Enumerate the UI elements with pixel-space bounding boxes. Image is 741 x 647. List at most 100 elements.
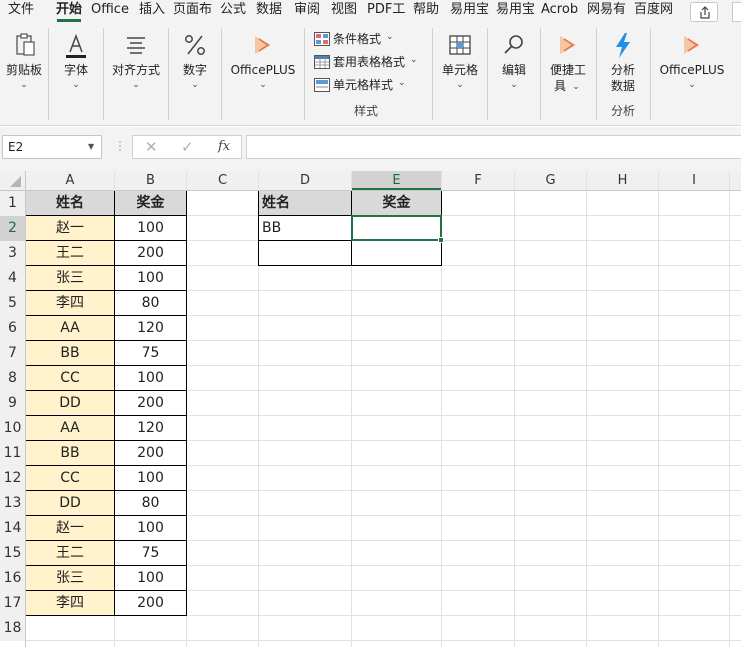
name-cell[interactable]: 李四 <box>26 591 114 616</box>
lookup-name-cell[interactable] <box>259 241 351 266</box>
cells-button[interactable]: 单元格 ⌄ <box>436 22 484 122</box>
bonus-cell[interactable]: 80 <box>115 291 186 316</box>
row-header[interactable]: 6 <box>0 316 25 341</box>
formula-input[interactable] <box>246 135 741 159</box>
row-header[interactable]: 13 <box>0 491 25 516</box>
officeplus-button-2[interactable]: OfficePLUS ⌄ <box>654 22 730 122</box>
name-cell[interactable]: BB <box>26 441 114 466</box>
name-cell[interactable]: 王二 <box>26 241 114 266</box>
row-header[interactable]: 2 <box>0 216 25 241</box>
cancel-icon[interactable]: ✕ <box>145 139 158 155</box>
cell-styles-button[interactable]: 单元格样式 ⌄ <box>314 76 434 96</box>
bonus-cell[interactable]: 200 <box>115 241 186 266</box>
drag-handle-icon[interactable]: ⋮ <box>114 137 126 155</box>
quick-tools-button[interactable]: 便捷工 具 ⌄ <box>544 22 592 122</box>
tab-review[interactable]: 审阅 <box>294 0 322 20</box>
tab-home[interactable]: 开始 <box>56 0 86 20</box>
check-icon[interactable]: ✓ <box>181 139 194 155</box>
font-button[interactable]: 字体 ⌄ <box>52 22 100 122</box>
name-cell[interactable]: 赵一 <box>26 216 114 241</box>
lookup-bonus-cell[interactable] <box>352 241 441 266</box>
tab-baidu[interactable]: 百度网 <box>634 0 676 20</box>
name-cell[interactable]: DD <box>26 391 114 416</box>
worksheet-grid[interactable]: A B C D E F G H I 1 2 3 4 5 6 7 8 9 10 1… <box>0 171 741 647</box>
tab-formulas[interactable]: 公式 <box>220 0 248 20</box>
row-header[interactable]: 5 <box>0 291 25 316</box>
name-cell[interactable]: 赵一 <box>26 516 114 541</box>
name-box[interactable]: E2 <box>2 135 102 159</box>
row-header[interactable]: 3 <box>0 241 25 266</box>
tab-pdf-tools[interactable]: PDF工 <box>367 0 407 20</box>
column-header-g[interactable]: G <box>515 171 586 190</box>
row-header[interactable]: 15 <box>0 541 25 566</box>
bonus-cell[interactable]: 100 <box>115 216 186 241</box>
tab-file[interactable]: 文件 <box>8 0 38 20</box>
column-header-e[interactable]: E <box>352 171 441 190</box>
header-cell-bonus[interactable]: 奖金 <box>115 191 186 216</box>
row-header[interactable]: 9 <box>0 391 25 416</box>
name-cell[interactable]: 王二 <box>26 541 114 566</box>
row-header[interactable]: 4 <box>0 266 25 291</box>
column-header-a[interactable]: A <box>26 171 114 190</box>
bonus-cell[interactable]: 100 <box>115 466 186 491</box>
tab-data[interactable]: 数据 <box>256 0 284 20</box>
column-header-j[interactable] <box>730 171 741 190</box>
bonus-cell[interactable]: 200 <box>115 441 186 466</box>
row-header[interactable]: 17 <box>0 591 25 616</box>
row-header[interactable]: 10 <box>0 416 25 441</box>
name-cell[interactable]: 李四 <box>26 291 114 316</box>
name-cell[interactable]: BB <box>26 341 114 366</box>
clipboard-button[interactable]: 剪贴板 ⌄ <box>2 22 46 122</box>
name-cell[interactable]: 张三 <box>26 266 114 291</box>
column-header-d[interactable]: D <box>259 171 351 190</box>
bonus-cell[interactable]: 100 <box>115 266 186 291</box>
tab-easyuse-2[interactable]: 易用宝 <box>496 0 538 20</box>
bonus-cell[interactable]: 120 <box>115 316 186 341</box>
bonus-cell[interactable]: 80 <box>115 491 186 516</box>
tab-easyuse-1[interactable]: 易用宝 <box>450 0 492 20</box>
lookup-header-name[interactable]: 姓名 <box>259 191 351 216</box>
alignment-button[interactable]: 对齐方式 ⌄ <box>106 22 166 122</box>
column-header-f[interactable]: F <box>442 171 514 190</box>
bonus-cell[interactable]: 100 <box>115 566 186 591</box>
tab-view[interactable]: 视图 <box>331 0 359 20</box>
row-header[interactable]: 18 <box>0 616 25 641</box>
row-header[interactable]: 8 <box>0 366 25 391</box>
header-cell-name[interactable]: 姓名 <box>26 191 114 216</box>
row-header[interactable]: 16 <box>0 566 25 591</box>
name-cell[interactable]: 张三 <box>26 566 114 591</box>
bonus-cell[interactable]: 75 <box>115 341 186 366</box>
conditional-format-button[interactable]: 条件格式 ⌄ <box>314 30 434 50</box>
column-header-c[interactable]: C <box>187 171 258 190</box>
name-cell[interactable]: AA <box>26 416 114 441</box>
tab-insert[interactable]: 插入 <box>139 0 167 20</box>
bonus-cell[interactable]: 200 <box>115 391 186 416</box>
row-header[interactable]: 1 <box>0 191 25 216</box>
name-cell[interactable]: CC <box>26 366 114 391</box>
bonus-cell[interactable]: 100 <box>115 516 186 541</box>
select-all-corner[interactable] <box>0 171 25 190</box>
tab-help[interactable]: 帮助 <box>413 0 441 20</box>
editing-button[interactable]: 编辑 ⌄ <box>491 22 537 122</box>
lookup-header-bonus[interactable]: 奖金 <box>352 191 441 216</box>
bonus-cell[interactable]: 120 <box>115 416 186 441</box>
column-header-h[interactable]: H <box>587 171 658 190</box>
name-cell[interactable]: CC <box>26 466 114 491</box>
ribbon-options-button[interactable] <box>732 2 741 22</box>
name-cell[interactable]: DD <box>26 491 114 516</box>
share-button[interactable] <box>690 2 718 22</box>
bonus-cell[interactable]: 75 <box>115 541 186 566</box>
lookup-name-cell[interactable]: BB <box>259 216 351 241</box>
tab-youdao[interactable]: 网易有 <box>587 0 629 20</box>
row-header[interactable]: 11 <box>0 441 25 466</box>
row-header[interactable]: 7 <box>0 341 25 366</box>
bonus-cell[interactable]: 200 <box>115 591 186 616</box>
tab-office[interactable]: Office <box>91 0 133 20</box>
tab-acrobat[interactable]: Acrob <box>541 0 583 20</box>
lookup-bonus-cell[interactable] <box>352 216 441 241</box>
tab-page-layout[interactable]: 页面布 <box>173 0 213 20</box>
fill-handle[interactable] <box>438 237 444 243</box>
number-button[interactable]: 数字 ⌄ <box>172 22 218 122</box>
column-header-b[interactable]: B <box>115 171 186 190</box>
format-as-table-button[interactable]: 套用表格格式 ⌄ <box>314 53 434 73</box>
